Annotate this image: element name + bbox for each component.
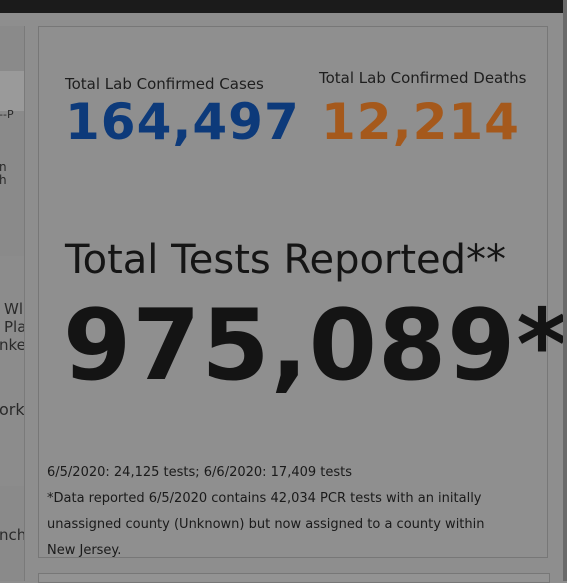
- left-fragment: --P: [0, 108, 14, 121]
- left-panel-photo: [0, 256, 24, 486]
- left-fragment: h: [0, 173, 7, 187]
- next-panel-edge: [38, 573, 550, 583]
- top-bar: [0, 0, 567, 13]
- left-fragment: nker: [0, 336, 25, 354]
- note-line: *Data reported 6/5/2020 contains 42,034 …: [47, 491, 482, 506]
- left-fragment: Pla: [4, 318, 25, 336]
- note-line: unassigned county (Unknown) but now assi…: [47, 517, 485, 532]
- deaths-value: 12,214: [321, 93, 520, 151]
- cases-label: Total Lab Confirmed Cases: [65, 75, 264, 93]
- left-panel-image: [0, 71, 24, 111]
- tests-label: Total Tests Reported**: [65, 237, 507, 283]
- deaths-label: Total Lab Confirmed Deaths: [319, 69, 527, 87]
- left-panel-partial[interactable]: --P n h Wl Pla nker ork nch: [0, 26, 25, 581]
- left-fragment: n: [0, 160, 7, 174]
- covid-stats-panel: Total Lab Confirmed Cases 164,497 Total …: [38, 26, 567, 558]
- note-line: New Jersey.: [47, 543, 122, 558]
- left-fragment: Wl: [4, 300, 23, 318]
- tests-value: 975,089*: [63, 289, 567, 403]
- note-line: 6/5/2020: 24,125 tests; 6/6/2020: 17,409…: [47, 465, 353, 480]
- scrollbar-edge[interactable]: [563, 0, 567, 581]
- cases-value: 164,497: [65, 93, 300, 151]
- left-fragment: ork: [0, 400, 25, 419]
- top-bar-edge: [540, 0, 550, 13]
- left-fragment: nch: [0, 526, 25, 544]
